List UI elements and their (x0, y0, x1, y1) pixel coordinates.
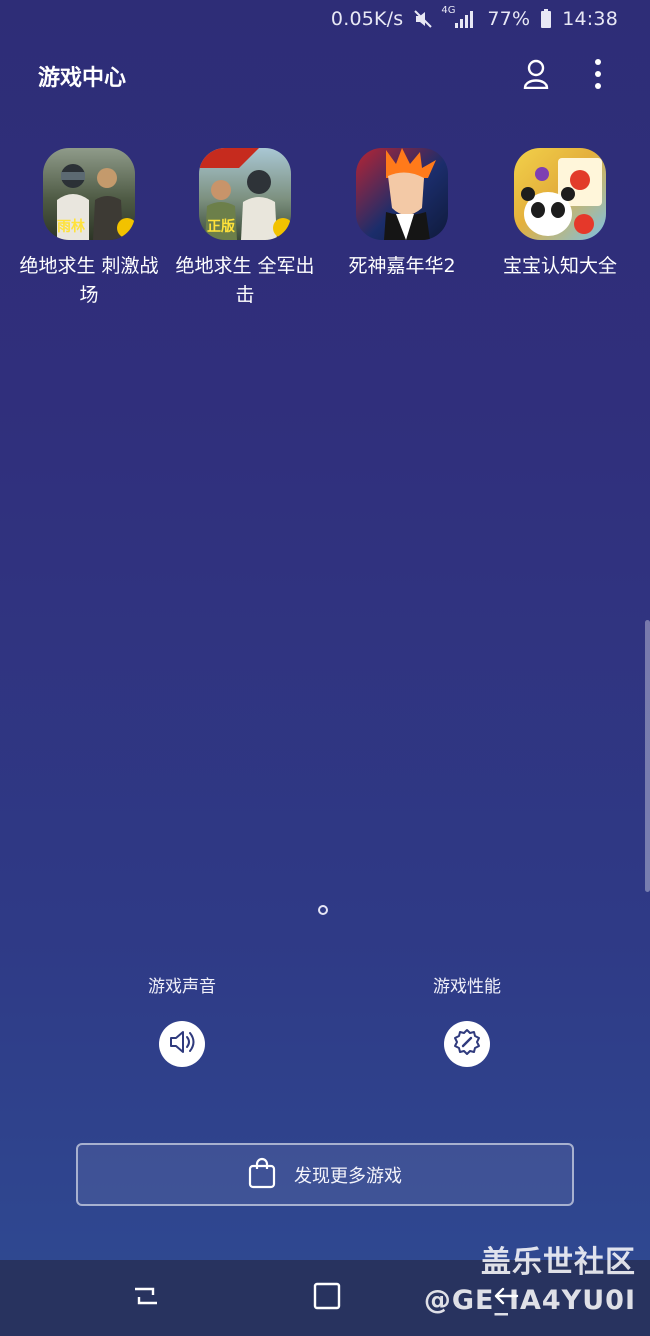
recent-apps-icon (131, 1281, 161, 1315)
shopping-bag-icon (248, 1157, 276, 1193)
game-label: 死神嘉年华2 (348, 255, 456, 277)
game-performance-toggle[interactable]: 游戏性能 (387, 972, 547, 1067)
network-type: 4G (441, 5, 456, 16)
game-item[interactable]: 死神嘉年华2 (327, 148, 477, 281)
games-grid: 雨林 绝地求生 刺激战场 正版 绝地求生 全军出击 死神嘉年华2 宝宝认知大全 (0, 148, 650, 318)
back-icon (491, 1281, 521, 1315)
battery-percent: 77% (487, 8, 531, 30)
game-item[interactable]: 正版 绝地求生 全军出击 (170, 148, 320, 310)
performance-icon (453, 1028, 481, 1060)
game-item[interactable]: 雨林 绝地求生 刺激战场 (14, 148, 164, 310)
clock: 14:38 (562, 8, 618, 30)
game-performance-button[interactable] (444, 1021, 490, 1067)
page-indicator (318, 905, 328, 915)
game-item[interactable]: 宝宝认知大全 (485, 148, 635, 281)
game-sound-toggle[interactable]: 游戏声音 (102, 972, 262, 1067)
signal-icon: 4G (441, 5, 477, 29)
profile-icon (523, 59, 549, 93)
game-performance-label: 游戏性能 (433, 977, 501, 997)
navigation-bar (0, 1260, 650, 1336)
game-label: 绝地求生 全军出击 (175, 255, 315, 306)
more-options-button[interactable] (578, 56, 618, 96)
status-bar: 0.05K/s 4G 77% 14:38 (0, 0, 650, 38)
home-icon (312, 1281, 342, 1315)
back-button[interactable] (486, 1278, 526, 1318)
page-title: 游戏中心 (38, 66, 127, 91)
mute-icon (413, 9, 433, 29)
game-sound-label: 游戏声音 (148, 977, 216, 997)
baby-cognition-icon (514, 148, 606, 240)
discover-more-games-button[interactable]: 发现更多游戏 (76, 1143, 574, 1206)
profile-button[interactable] (516, 56, 556, 96)
speaker-icon (168, 1029, 196, 1059)
battery-icon (540, 9, 552, 29)
game-sound-button[interactable] (159, 1021, 205, 1067)
more-options-icon (594, 58, 602, 94)
home-button[interactable] (307, 1278, 347, 1318)
game-label: 绝地求生 刺激战场 (19, 255, 159, 306)
edge-panel-handle[interactable] (645, 620, 650, 892)
net-speed: 0.05K/s (330, 8, 404, 30)
game-badge: 正版 (207, 219, 235, 235)
game-badge: 雨林 (57, 219, 85, 235)
pubg-all-out-attack-icon: 正版 (199, 148, 291, 240)
app-header: 游戏中心 (0, 48, 650, 104)
game-label: 宝宝认知大全 (502, 255, 617, 277)
recent-apps-button[interactable] (126, 1278, 166, 1318)
pubg-exhilarating-battlefield-icon: 雨林 (43, 148, 135, 240)
discover-label: 发现更多游戏 (294, 1165, 402, 1187)
bleach-carnival-icon (356, 148, 448, 240)
